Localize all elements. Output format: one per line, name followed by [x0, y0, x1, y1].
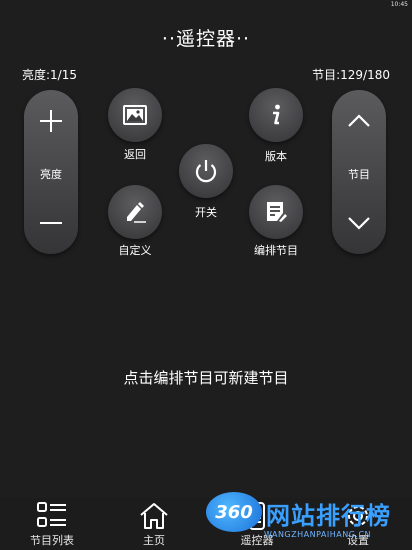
power-icon [195, 160, 217, 183]
channel-info: 节目:129/180 [312, 68, 390, 82]
tab-label: 遥控器 [240, 534, 274, 547]
tab-remote[interactable]: 遥控器 [225, 500, 289, 548]
tab-program-list[interactable]: 节目列表 [20, 500, 84, 548]
tab-label: 节目列表 [30, 534, 74, 547]
brightness-label: 亮度 [40, 168, 62, 181]
edit-document-icon [267, 202, 287, 222]
custom-button[interactable] [108, 185, 162, 239]
channel-up-button[interactable] [332, 94, 386, 148]
tab-label: 设置 [347, 534, 369, 547]
tab-home[interactable]: 主页 [122, 500, 186, 548]
hint-text: 点击编排节目可新建节目 [123, 369, 289, 387]
settings-icon [348, 506, 368, 526]
chevron-up-icon [348, 114, 370, 127]
brightness-info: 亮度:1/15 [22, 68, 77, 82]
brightness-up-button[interactable] [24, 94, 78, 148]
version-button[interactable] [249, 88, 303, 142]
power-label: 开关 [195, 206, 217, 219]
channel-label: 节目 [348, 168, 370, 181]
chevron-down-icon [348, 217, 370, 230]
version-label: 版本 [265, 150, 287, 163]
brightness-control: 亮度 [24, 90, 78, 254]
image-icon [123, 105, 147, 125]
list-icon [37, 502, 66, 527]
info-icon [273, 104, 280, 125]
minus-icon [40, 222, 62, 224]
page-title: ··遥控器·· [161, 28, 251, 50]
tab-label: 主页 [143, 534, 165, 547]
bottom-tab-bar: 节目列表 主页 遥控器 设置 [0, 498, 412, 550]
custom-label: 自定义 [118, 244, 152, 257]
plus-icon [40, 110, 62, 132]
power-button[interactable] [179, 144, 233, 198]
tab-settings[interactable]: 设置 [326, 500, 390, 548]
home-icon [140, 503, 168, 529]
pencil-icon [127, 202, 146, 223]
status-time: 10:45 [390, 1, 408, 8]
back-button[interactable] [108, 88, 162, 142]
channel-control: 节目 [332, 90, 386, 254]
remote-icon [249, 502, 265, 530]
channel-down-button[interactable] [332, 196, 386, 250]
back-label: 返回 [124, 148, 146, 161]
edit-programs-button[interactable] [249, 185, 303, 239]
brightness-down-button[interactable] [24, 196, 78, 250]
edit-programs-label: 编排节目 [254, 244, 298, 257]
